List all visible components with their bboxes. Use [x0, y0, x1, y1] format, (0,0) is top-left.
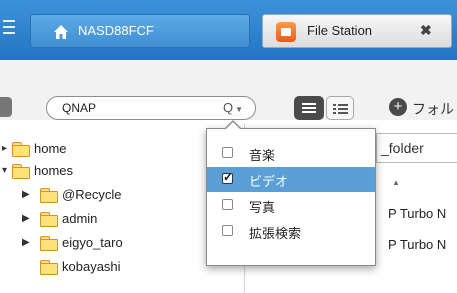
path-field[interactable]: _folder [376, 133, 457, 163]
list-item[interactable]: P Turbo N [388, 206, 446, 221]
sort-ascending-icon[interactable]: ▲ [392, 178, 400, 187]
expand-arrow-icon[interactable]: ▶ [22, 189, 30, 200]
tree-item-label: homes [34, 163, 74, 178]
expand-arrow-icon[interactable]: ▶ [22, 213, 30, 224]
main-menu-button[interactable] [0, 12, 20, 46]
plus-circle-icon: + [389, 98, 407, 116]
expand-arrow-icon[interactable]: ▶ [22, 237, 30, 248]
filter-option-music[interactable]: 音楽 [207, 141, 375, 166]
filter-option-video[interactable]: ビデオ [207, 167, 375, 192]
checkbox[interactable] [222, 147, 233, 158]
view-list-button[interactable] [326, 96, 354, 120]
tab-nas-desktop[interactable]: NASD88FCF [30, 14, 250, 48]
checkbox-checked[interactable] [222, 170, 233, 184]
tree-item-label: @Recycle [62, 187, 122, 202]
tree-item-label: home [34, 141, 67, 156]
top-bar: NASD88FCF File Station ✖ [0, 0, 457, 60]
folder-icon [40, 212, 58, 227]
tree-item-label: admin [62, 211, 98, 226]
search-box[interactable]: QNAP Q ▼ [46, 96, 256, 120]
view-thumbnail-button[interactable] [294, 96, 324, 120]
filter-option-label: 音楽 [249, 148, 276, 163]
search-icon: Q [223, 100, 234, 115]
home-icon [54, 25, 68, 39]
file-station-icon [276, 22, 296, 42]
tree-item-label: eigyo_taro [62, 235, 123, 250]
folder-icon [12, 142, 30, 157]
folder-open-icon [12, 164, 30, 179]
filter-option-photo[interactable]: 写真 [207, 193, 375, 218]
create-folder-label: フォル [412, 101, 454, 117]
expand-arrow-icon[interactable]: ▸ [2, 143, 7, 154]
checkbox[interactable] [222, 225, 233, 236]
path-value: _folder [381, 140, 424, 156]
filter-option-label: ビデオ [249, 174, 289, 189]
folder-icon [40, 188, 58, 203]
list-item[interactable]: P Turbo N [388, 237, 446, 252]
sidebar-toggle-button[interactable] [0, 97, 12, 117]
filter-option-label: 写真 [249, 200, 276, 215]
checkbox[interactable] [222, 199, 233, 210]
filter-option-label: 拡張検索 [249, 226, 302, 241]
collapse-arrow-icon[interactable]: ▾ [2, 165, 7, 176]
tab-label: File Station [307, 23, 373, 38]
close-tab-icon[interactable]: ✖ [420, 22, 432, 39]
folder-icon [40, 236, 58, 251]
chevron-down-icon: ▼ [235, 105, 244, 114]
tab-file-station[interactable]: File Station ✖ [262, 14, 452, 48]
search-options-button[interactable]: Q ▼ [223, 100, 243, 115]
filter-option-advanced-search[interactable]: 拡張検索 [207, 219, 375, 244]
tree-item-label: kobayashi [62, 259, 121, 274]
folder-icon [40, 260, 58, 275]
search-input[interactable]: QNAP [62, 101, 96, 115]
search-filter-dropdown: 音楽 ビデオ 写真 拡張検索 [206, 120, 376, 266]
tab-label: NASD88FCF [78, 23, 154, 38]
